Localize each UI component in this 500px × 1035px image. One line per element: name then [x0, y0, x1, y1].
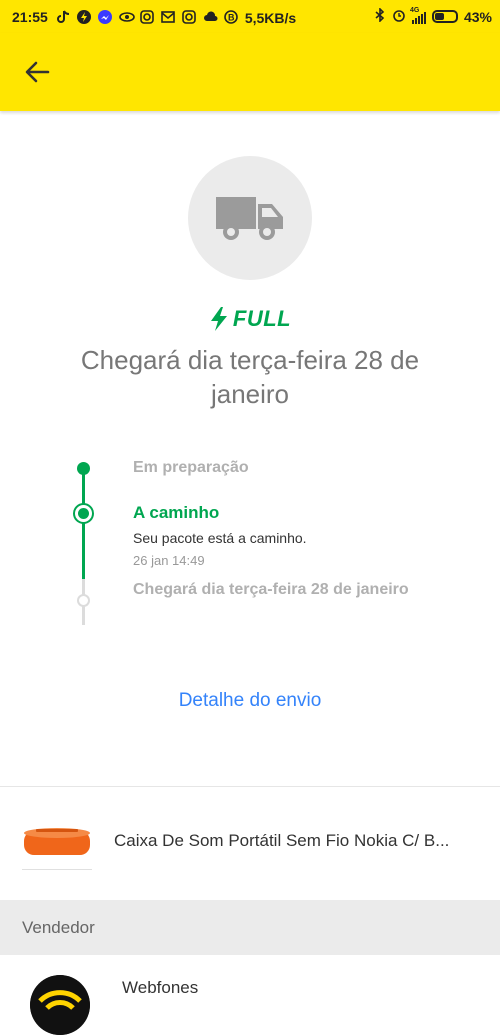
instagram-icon — [140, 9, 154, 24]
timeline-step-date: 26 jan 14:49 — [133, 553, 205, 568]
product-name: Caixa De Som Portátil Sem Fio Nokia C/ B… — [114, 831, 450, 850]
shipping-detail-link[interactable]: Detalhe do envio — [0, 690, 500, 712]
timeline-step-arrival: Chegará dia terça-feira 28 de janeiro — [133, 581, 409, 598]
network-type: 4G — [409, 6, 420, 14]
tiktok-icon — [56, 9, 70, 24]
timeline-step-on-the-way: A caminho — [133, 503, 220, 522]
gmail-icon — [161, 10, 175, 24]
timeline-dot-done — [77, 462, 90, 475]
instagram-icon-2 — [182, 9, 196, 24]
seller-name[interactable]: Webfones — [122, 978, 198, 998]
seller-section-header: Vendedor — [0, 900, 500, 955]
wifi-logo-icon — [30, 975, 90, 1035]
delivery-headline: Chegará dia terça-feira 28 de janeiro — [80, 345, 420, 409]
timeline-dot-pending — [77, 594, 90, 607]
timeline-step-preparing: Em preparação — [133, 459, 249, 476]
b-icon: B — [224, 9, 238, 24]
divider — [0, 786, 500, 787]
svg-text:B: B — [228, 12, 235, 22]
shipping-status-illustration — [188, 156, 312, 280]
arrow-left-icon — [25, 61, 50, 83]
bluetooth-icon — [374, 7, 386, 25]
cloud-icon — [203, 10, 218, 24]
status-right: 4G 43% — [374, 6, 492, 25]
signal-icon: 4G — [409, 6, 426, 24]
battery-percent: 43% — [463, 8, 492, 25]
lightning-icon — [210, 307, 227, 331]
messenger-icon — [97, 9, 112, 24]
status-bar: 21:55 B 5,5KB/s 4G 43% — [0, 0, 500, 33]
alarm-icon — [392, 8, 406, 25]
product-row[interactable]: Caixa De Som Portátil Sem Fio Nokia C/ B… — [0, 803, 500, 883]
shipment-timeline: Em preparação A caminho Seu pacote está … — [0, 455, 500, 635]
back-button[interactable] — [22, 57, 52, 87]
status-time: 21:55 — [12, 8, 48, 25]
app-bar — [0, 33, 500, 111]
timeline-dot-current — [73, 503, 94, 524]
product-thumbnail-underline — [22, 869, 92, 870]
battery-icon — [431, 10, 458, 23]
full-badge: FULL — [0, 306, 500, 332]
bolt-notification-icon — [76, 9, 91, 24]
product-thumbnail — [24, 828, 90, 855]
eye-notification-icon — [119, 10, 135, 24]
notification-icons: B 5,5KB/s — [56, 9, 374, 26]
full-badge-label: FULL — [232, 306, 292, 331]
network-speed: 5,5KB/s — [244, 9, 297, 26]
timeline-step-description: Seu pacote está a caminho. — [133, 530, 307, 546]
truck-icon — [216, 197, 283, 240]
seller-section-title: Vendedor — [22, 918, 95, 937]
seller-logo — [30, 975, 90, 1035]
